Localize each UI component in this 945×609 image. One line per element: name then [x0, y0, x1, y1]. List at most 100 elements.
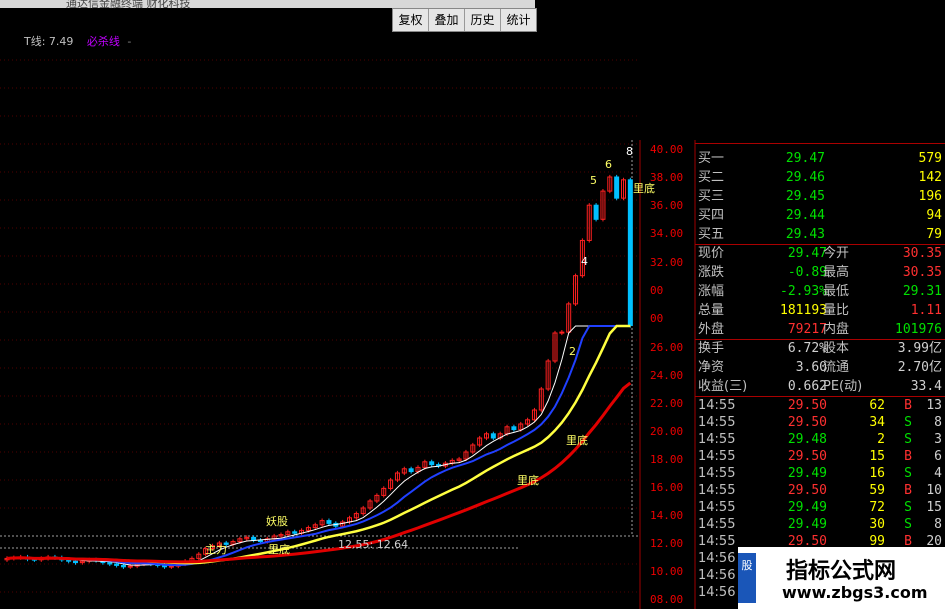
legend-arrow: -	[127, 35, 132, 48]
fuquan-button[interactable]: 复权	[393, 9, 429, 31]
tick-count: 10	[926, 483, 942, 498]
quote-row: 涨幅 -2.93% 最低 29.31	[695, 283, 945, 300]
lower-axis-label: 16.00	[650, 481, 684, 494]
tick-price: 29.50	[787, 449, 827, 464]
lower-axis-label: 10.00	[650, 565, 684, 578]
overlay-button[interactable]: 叠加	[429, 9, 465, 31]
quote-row: 总量 181193 量比 1.11	[695, 302, 945, 319]
tick-price: 29.49	[787, 500, 827, 515]
tick-count: 8	[934, 415, 942, 430]
bid-row: 买一 29.47 579	[695, 150, 945, 167]
fund-value: 0.662	[787, 379, 827, 394]
tick-count: 3	[934, 432, 942, 447]
candle-body	[120, 564, 126, 568]
bid-label: 买五	[698, 227, 725, 242]
quote-row: 涨跌 -0.89 最高 30.35	[695, 264, 945, 281]
lower-axis-label: 26.00	[650, 341, 684, 354]
bid-label: 买一	[698, 151, 725, 166]
fund-value: 3.99亿	[897, 341, 942, 356]
tick-row: 14:55 29.48 2 S 3	[695, 431, 945, 448]
candle-body	[107, 562, 113, 565]
quote-value: 29.47	[787, 246, 827, 261]
history-button[interactable]: 历史	[465, 9, 501, 31]
tick-time: 14:55	[698, 415, 736, 430]
quote-value: -2.93%	[780, 284, 827, 299]
tick-count: 8	[934, 517, 942, 532]
tick-row: 14:55 29.50 59 B 10	[695, 482, 945, 499]
quote-row: 外盘 79217 内盘 101976	[695, 321, 945, 338]
quote-label: 最高	[823, 265, 850, 280]
quote-row: 现价 29.47 今开 30.35	[695, 245, 945, 262]
bid-volume: 142	[918, 170, 942, 185]
indicator-legend: T线: 7.49 必杀线 -	[24, 33, 131, 49]
candle-body	[114, 563, 120, 566]
quote-value: 29.31	[902, 284, 942, 299]
bid-label: 买二	[698, 170, 725, 185]
candle-body	[326, 520, 332, 524]
tick-count: 4	[934, 466, 942, 481]
tick-price: 29.49	[787, 466, 827, 481]
quote-panel: 买一 29.47 579 买二 29.46 142 买三 29.45 196 买四 29.44 94 买…	[695, 143, 945, 609]
tick-row: 14:55 29.50 15 B 6	[695, 448, 945, 465]
tick-price: 29.50	[787, 415, 827, 430]
fund-label: 股本	[823, 341, 850, 356]
bid-price: 29.43	[785, 227, 825, 242]
tick-count: 6	[934, 449, 942, 464]
candle-body	[168, 565, 174, 568]
bid-volume: 94	[926, 208, 942, 223]
tick-volume: 59	[869, 483, 885, 498]
quote-label: 总量	[698, 303, 725, 318]
ma20-line	[6, 324, 631, 565]
tick-volume: 15	[869, 449, 885, 464]
fund-label: 净资	[698, 360, 725, 375]
tick-time: 14:56	[698, 568, 736, 583]
window-title-bar: 通达信金融终端 财化科技	[0, 0, 535, 10]
tick-time: 14:55	[698, 398, 736, 413]
quote-value: 181193	[780, 303, 827, 318]
quote-value: 101976	[895, 322, 942, 337]
bid-row: 买四 29.44 94	[695, 207, 945, 224]
candle-body	[292, 531, 298, 534]
chart-toolbar: 复权 叠加 历史 统计	[392, 8, 537, 32]
tick-volume: 72	[869, 500, 885, 515]
candle-body	[127, 565, 133, 568]
candles	[4, 174, 633, 569]
fund-label: 换手	[698, 341, 725, 356]
stats-button[interactable]: 统计	[501, 9, 536, 31]
tick-volume: 30	[869, 517, 885, 532]
quote-value: -0.89	[787, 265, 827, 280]
fund-value: 6.72%	[787, 341, 827, 356]
quote-label: 今开	[823, 246, 850, 261]
bid-price: 29.47	[785, 151, 825, 166]
tick-time: 14:55	[698, 517, 736, 532]
bid-volume: 79	[926, 227, 942, 242]
annotation-lidi-2: 里底	[517, 474, 539, 487]
watermark: 股 指标公式网 www.zbgs3.com	[738, 547, 945, 609]
fundamental-row: 净资 3.60 流通 2.70亿	[695, 359, 945, 376]
bid-label: 买四	[698, 208, 725, 223]
lower-axis-label: 22.00	[650, 397, 684, 410]
candle-body	[593, 204, 599, 220]
lower-axis-label: 24.00	[650, 369, 684, 382]
tick-price: 29.50	[787, 483, 827, 498]
fund-label: PE(动)	[823, 379, 863, 394]
quote-value: 30.35	[902, 246, 942, 261]
candle-body	[627, 179, 633, 326]
upper-axis-label: 40.00	[650, 143, 684, 156]
tick-time: 14:55	[698, 500, 736, 515]
quote-value: 79217	[787, 322, 827, 337]
annotation-zhuli: 主力	[205, 543, 227, 556]
candle-body	[251, 536, 257, 541]
bid-price: 29.46	[785, 170, 825, 185]
quote-label: 内盘	[823, 322, 850, 337]
bisha-line-label: 必杀线	[86, 35, 120, 48]
candle-body	[429, 461, 435, 466]
candle-body	[614, 176, 620, 199]
candle-body	[559, 331, 565, 334]
lower-axis-label: 08.00	[650, 593, 684, 606]
candle-body	[490, 433, 496, 439]
tick-time: 14:56	[698, 551, 736, 566]
lower-axis-label: 18.00	[650, 453, 684, 466]
quote-label: 外盘	[698, 322, 725, 337]
bid-price: 29.44	[785, 208, 825, 223]
